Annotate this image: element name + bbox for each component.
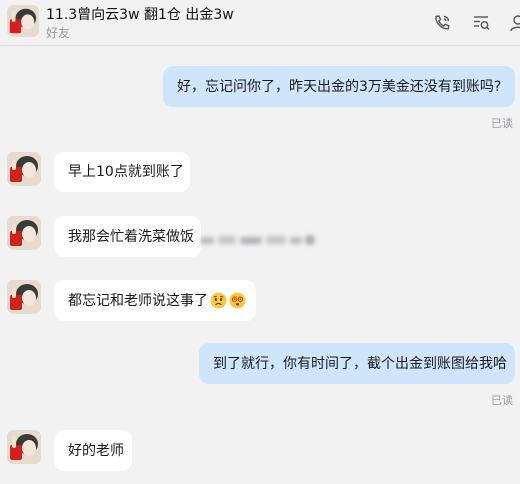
message-text: 早上10点就到账了 — [68, 164, 184, 180]
dizzy-face-emoji-icon — [229, 292, 246, 309]
message-bubble-outgoing[interactable]: 好，忘记问你了，昨天出金的3万美金还没有到账吗? — [163, 66, 515, 107]
message-text: 好的老师 — [68, 442, 124, 459]
chat-header: 11.3曾向云3w 翻1仓 出金3w 好友 — [0, 0, 520, 46]
message-text: 我那会忙着洗菜做饭 — [68, 228, 194, 245]
message-bubble-outgoing[interactable]: 到了就行，你有时间了，截个出金到账图给我哈 — [199, 343, 515, 384]
sender-avatar[interactable] — [7, 152, 41, 186]
sender-avatar[interactable] — [7, 280, 41, 314]
read-status: 已读 — [491, 117, 513, 130]
contact-avatar[interactable] — [7, 5, 39, 37]
message-text: 到了就行，你有时间了，截个出金到账图给我哈 — [213, 355, 507, 372]
sender-avatar[interactable] — [7, 430, 41, 464]
search-list-icon[interactable] — [471, 13, 491, 33]
worried-face-emoji-icon — [210, 292, 227, 309]
person-icon[interactable] — [508, 13, 520, 33]
avatar-image — [7, 280, 41, 314]
avatar-image — [7, 216, 41, 250]
blurred-overlay — [200, 235, 315, 245]
message-bubble-incoming[interactable]: 早上10点就到账了 — [54, 152, 190, 192]
message-text: 好，忘记问你了，昨天出金的3万美金还没有到账吗? — [177, 78, 502, 95]
sender-avatar[interactable] — [7, 216, 41, 250]
phone-icon[interactable] — [432, 13, 452, 33]
message-bubble-incoming[interactable]: 都忘记和老师说这事了 — [54, 280, 256, 321]
read-status: 已读 — [491, 394, 513, 407]
avatar-image — [7, 152, 41, 186]
chat-title: 11.3曾向云3w 翻1仓 出金3w — [46, 7, 234, 23]
message-bubble-incoming[interactable]: 我那会忙着洗菜做饭 — [54, 216, 201, 257]
avatar-image — [7, 5, 39, 37]
avatar-image — [7, 430, 41, 464]
contact-relationship-label: 好友 — [46, 26, 71, 40]
message-bubble-incoming[interactable]: 好的老师 — [54, 430, 132, 471]
message-text: 都忘记和老师说这事了 — [68, 292, 208, 309]
